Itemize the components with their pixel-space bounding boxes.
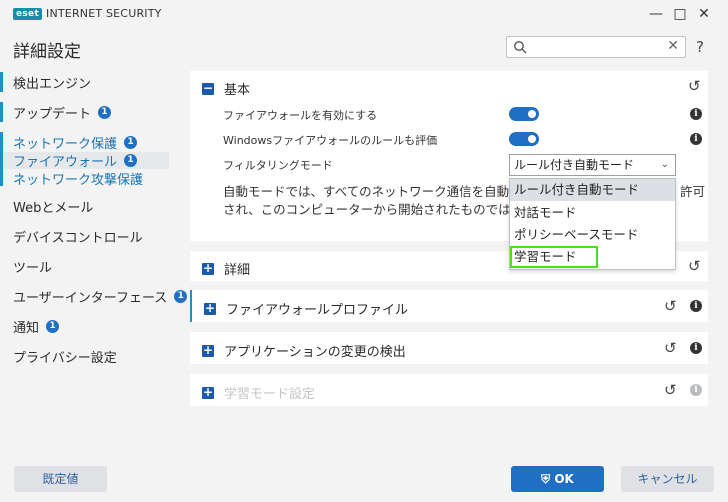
info-icon[interactable]: i: [690, 342, 702, 354]
close-icon[interactable]: ✕: [694, 4, 714, 24]
section-firewall-profiles: + ファイアウォールプロファイル ↺ i: [190, 290, 708, 322]
revert-icon[interactable]: ↺: [688, 257, 701, 275]
section-header[interactable]: + ファイアウォールプロファイル: [204, 299, 408, 318]
sidebar-item-user-interface[interactable]: ユーザーインターフェース 1: [0, 286, 188, 306]
expand-icon[interactable]: +: [202, 262, 214, 275]
sidebar-item-label: Webとメール: [13, 200, 94, 216]
windows-rules-toggle[interactable]: [509, 132, 539, 146]
sidebar-item-label: 通知: [13, 320, 40, 336]
select-value: ルール付き自動モード: [514, 158, 635, 172]
sidebar-item-privacy[interactable]: プライバシー設定: [0, 346, 117, 366]
shield-icon: ⛨: [541, 472, 551, 486]
section-header[interactable]: + 学習モード設定: [202, 383, 315, 402]
setting-label: ファイアウォールを有効にする: [223, 109, 378, 122]
default-button[interactable]: 既定値: [14, 466, 107, 492]
section-title: 基本: [224, 83, 251, 98]
expand-icon[interactable]: +: [202, 344, 214, 357]
section-learning-mode-settings: + 学習モード設定 ↺ i: [190, 374, 708, 406]
info-icon[interactable]: i: [690, 133, 702, 145]
dropdown-option-policy-based[interactable]: ポリシーベースモード: [510, 224, 675, 246]
eset-logo: eset: [13, 8, 43, 20]
info-icon[interactable]: i: [690, 384, 702, 396]
sidebar-item-device-control[interactable]: デバイスコントロール: [0, 226, 143, 246]
sidebar-item-firewall[interactable]: ファイアウォール 1: [0, 150, 138, 170]
description-tail: 許可: [680, 184, 706, 199]
title-bar: eset INTERNET SECURITY — □ ✕: [0, 0, 728, 28]
sidebar-item-label: ツール: [13, 260, 53, 276]
sidebar-item-update[interactable]: アップデート 1: [0, 102, 112, 122]
firewall-enable-toggle[interactable]: [509, 107, 539, 121]
section-header[interactable]: + 詳細: [202, 259, 250, 278]
sidebar-item-label: ネットワーク保護: [13, 136, 118, 152]
sidebar-item-network-attack-protection[interactable]: ネットワーク攻撃保護: [0, 168, 143, 188]
chevron-down-icon: ⌄: [660, 159, 669, 170]
count-badge: 1: [46, 319, 60, 333]
filter-mode-select[interactable]: ルール付き自動モード ⌄: [509, 154, 676, 176]
clear-search-icon[interactable]: ✕: [667, 38, 679, 54]
info-icon[interactable]: i: [690, 300, 702, 312]
page-title: 詳細設定: [13, 42, 81, 62]
ok-label: OK: [554, 472, 574, 486]
section-app-change-detection: + アプリケーションの変更の検出 ↺ i: [190, 332, 708, 364]
sidebar-item-label: デバイスコントロール: [13, 230, 143, 246]
sidebar-item-label: ファイアウォール: [13, 154, 118, 170]
product-name: INTERNET SECURITY: [46, 7, 162, 20]
sidebar-item-label: ユーザーインターフェース: [13, 290, 168, 306]
setting-label: フィルタリングモード: [223, 159, 333, 172]
section-header[interactable]: − 基本: [202, 79, 250, 98]
section-title: ファイアウォールプロファイル: [226, 303, 409, 318]
help-icon[interactable]: ?: [696, 38, 704, 56]
section-title: 詳細: [224, 263, 251, 278]
ok-button[interactable]: ⛨ OK: [511, 466, 604, 492]
count-badge: 1: [174, 289, 188, 303]
search-input[interactable]: ✕: [506, 36, 686, 58]
filter-mode-dropdown: ルール付き自動モード 対話モード ポリシーベースモード 学習モード: [509, 178, 676, 270]
count-badge: 1: [124, 135, 138, 149]
sidebar-item-notifications[interactable]: 通知 1: [0, 316, 60, 336]
sidebar-item-detection-engine[interactable]: 検出エンジン: [0, 72, 91, 92]
revert-icon[interactable]: ↺: [664, 381, 677, 399]
collapse-icon[interactable]: −: [202, 82, 214, 95]
dropdown-option-auto-rules[interactable]: ルール付き自動モード: [510, 179, 675, 201]
sidebar-item-web-and-email[interactable]: Webとメール: [0, 196, 93, 216]
count-badge: 1: [98, 105, 112, 119]
section-title: 学習モード設定: [224, 387, 316, 402]
search-icon: [514, 41, 527, 54]
revert-icon[interactable]: ↺: [664, 339, 677, 357]
sidebar-item-label: 検出エンジン: [13, 76, 92, 92]
setting-label: Windowsファイアウォールのルールも評価: [223, 134, 438, 147]
sidebar-item-label: アップデート: [13, 106, 92, 122]
count-badge: 1: [124, 153, 138, 167]
cancel-button[interactable]: キャンセル: [621, 466, 714, 492]
expand-icon[interactable]: +: [202, 386, 214, 399]
sidebar-item-tools[interactable]: ツール: [0, 256, 52, 276]
expand-icon[interactable]: +: [204, 302, 216, 315]
info-icon[interactable]: i: [690, 108, 702, 120]
dropdown-option-learning[interactable]: 学習モード: [510, 246, 598, 268]
sidebar-item-label: ネットワーク攻撃保護: [13, 172, 144, 188]
revert-icon[interactable]: ↺: [664, 297, 677, 315]
sidebar-item-network-protection[interactable]: ネットワーク保護 1: [0, 132, 138, 152]
revert-icon[interactable]: ↺: [688, 77, 701, 95]
maximize-icon[interactable]: □: [670, 4, 690, 24]
dropdown-option-interactive[interactable]: 対話モード: [510, 202, 675, 224]
section-header[interactable]: + アプリケーションの変更の検出: [202, 341, 406, 360]
sidebar-item-label: プライバシー設定: [13, 350, 117, 366]
section-title: アプリケーションの変更の検出: [224, 345, 406, 360]
minimize-icon[interactable]: —: [646, 4, 666, 24]
